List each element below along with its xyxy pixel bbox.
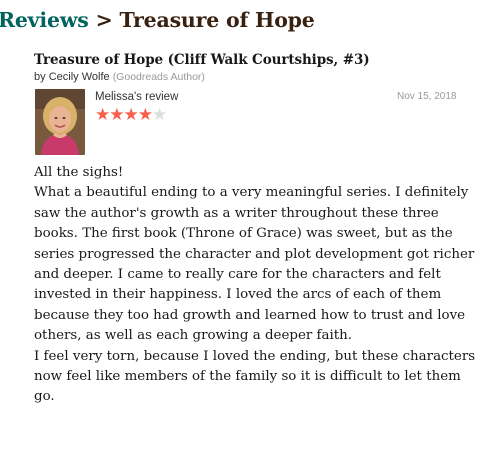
reviewer-suffix: review (145, 91, 179, 103)
star-empty-icon: ★ (152, 105, 167, 125)
review-date[interactable]: Nov 15, 2018 (397, 91, 457, 102)
book-title-link[interactable]: Treasure of Hope (Cliff Walk Courtships,… (34, 52, 370, 68)
review-paragraph: I feel very torn, because I loved the en… (34, 348, 476, 405)
breadcrumb-reviews-link[interactable]: Reviews (0, 8, 89, 32)
reviewer-heading: Melissa's review (95, 91, 178, 103)
breadcrumb-separator: > (95, 8, 113, 32)
star-filled-icon: ★ (123, 105, 139, 125)
book-byline: by Cecily Wolfe (Goodreads Author) (34, 71, 205, 83)
reviewer-photo (35, 89, 85, 155)
star-filled-icon: ★ (109, 105, 124, 125)
review-paragraph: What a beautiful ending to a very meanin… (34, 185, 475, 344)
reviewer-avatar[interactable] (35, 89, 85, 155)
star-rating: ★★★★★ (95, 105, 167, 125)
author-link[interactable]: Cecily Wolfe (49, 71, 110, 83)
star-filled-icon: ★ (95, 105, 110, 125)
byline-prefix: by (34, 71, 46, 83)
reviewer-name-link[interactable]: Melissa's (95, 91, 142, 103)
review-text: All the sighs! What a beautiful ending to… (34, 163, 484, 408)
breadcrumb: Reviews > Treasure of Hope (0, 6, 315, 34)
review-paragraph: All the sighs! (34, 165, 124, 180)
author-role-label: (Goodreads Author) (112, 71, 205, 83)
page-title: Treasure of Hope (119, 8, 315, 32)
star-filled-icon: ★ (137, 105, 153, 125)
